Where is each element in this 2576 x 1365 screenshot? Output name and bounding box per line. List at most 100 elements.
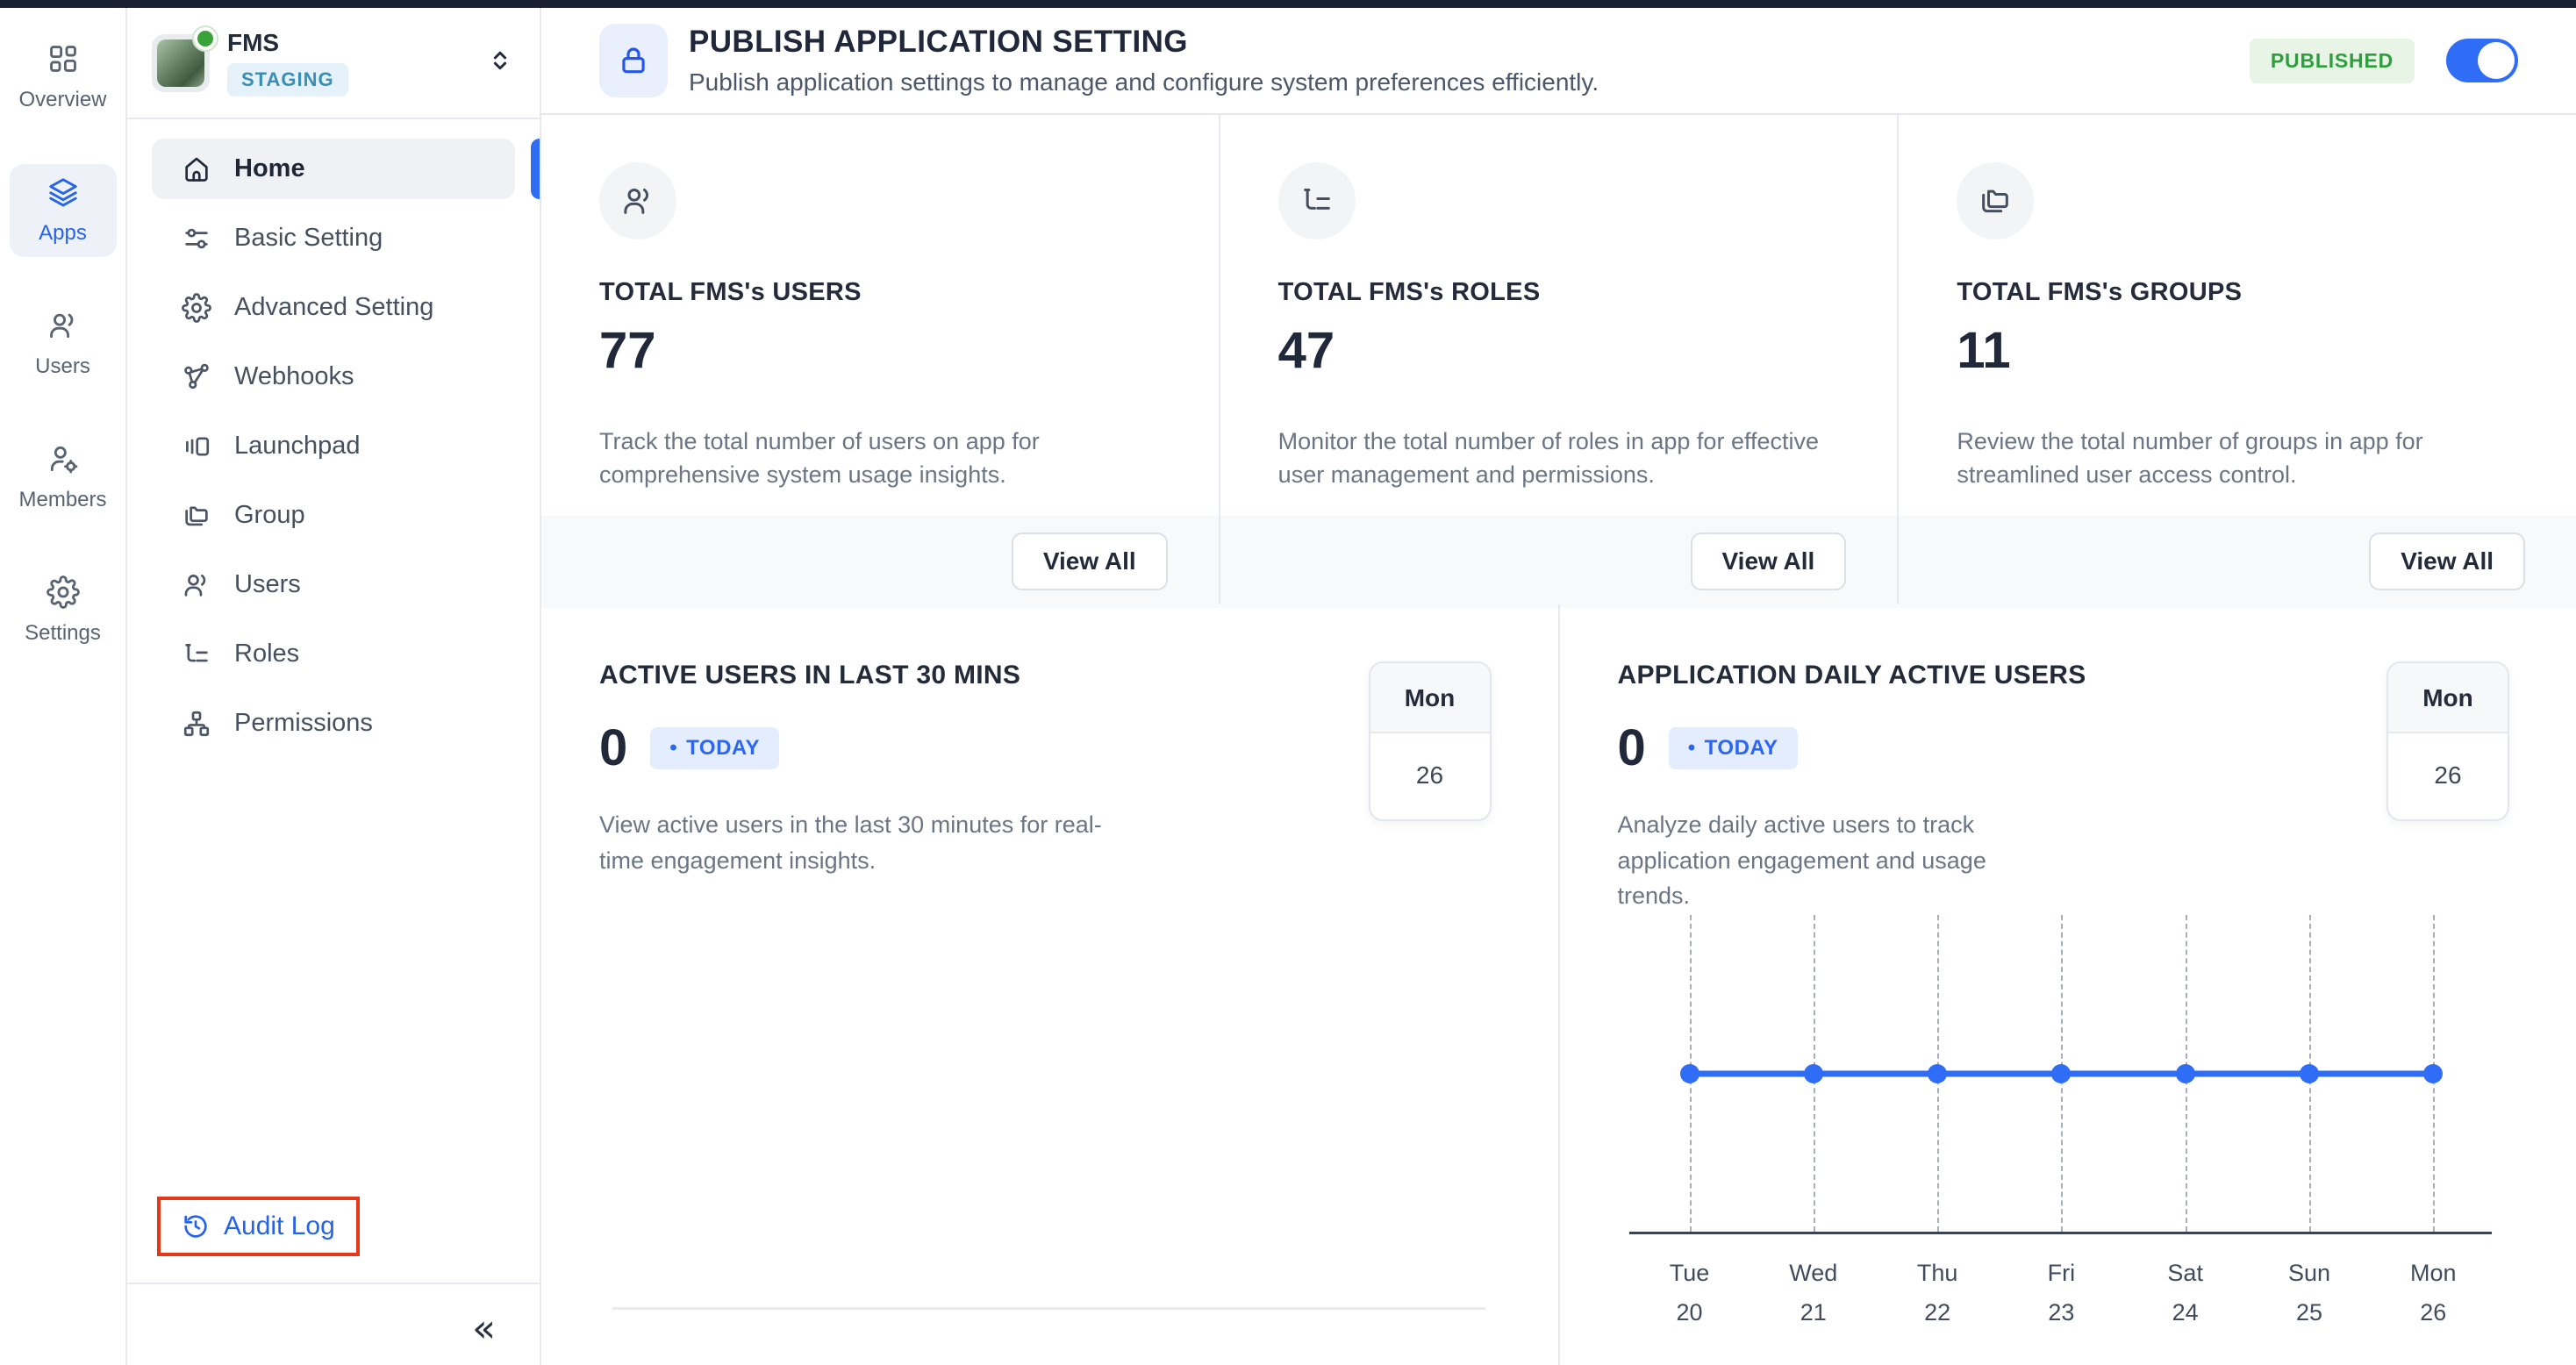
app-info: FMS STAGING xyxy=(227,29,348,96)
app-name: FMS xyxy=(227,29,348,57)
stat-card-body: TOTAL FMS's ROLES 47 Monitor the total n… xyxy=(1220,115,1898,516)
sidebar-menu: Home Basic Setting Advanced Setting Webh… xyxy=(127,119,540,754)
sidebar-item-home[interactable]: Home xyxy=(152,139,515,199)
chart-data-point xyxy=(1928,1064,1947,1083)
chart-data-point xyxy=(2300,1064,2319,1083)
chart-x-label: Fri23 xyxy=(2048,1254,2075,1332)
metric-row: 0 •TODAY xyxy=(599,718,1497,777)
app-shell: Overview Apps Users Members xyxy=(0,8,2576,1365)
stat-card-total-roles: TOTAL FMS's ROLES 47 Monitor the total n… xyxy=(1219,115,1898,603)
stat-cards-row: TOTAL FMS's USERS 77 Track the total num… xyxy=(541,115,2576,604)
network-icon xyxy=(182,362,211,392)
date-chip-date: 26 xyxy=(1370,733,1490,819)
sidebar-item-advanced-setting[interactable]: Advanced Setting xyxy=(152,277,515,338)
view-all-button[interactable]: View All xyxy=(1691,532,1847,590)
rail-item-members[interactable]: Members xyxy=(10,431,117,524)
today-badge: • TODAY xyxy=(650,727,779,769)
app-selector[interactable]: FMS STAGING xyxy=(127,8,540,119)
daily-active-users-chart: Tue20Wed21Thu22Fri23Sat24Sun25Mon26 xyxy=(1629,915,2492,1350)
chart-x-label: Sat24 xyxy=(2167,1254,2203,1332)
banner-title: PUBLISH APPLICATION SETTING xyxy=(689,25,1599,60)
chart-x-label: Wed21 xyxy=(1789,1254,1837,1332)
chart-data-point xyxy=(2423,1064,2443,1083)
users-icon xyxy=(182,570,211,600)
banner-actions: PUBLISHED xyxy=(2250,39,2518,83)
sidebar-item-users[interactable]: Users xyxy=(152,554,515,615)
chart-data-point xyxy=(1804,1064,1823,1083)
sidebar-item-label: Webhooks xyxy=(234,362,354,391)
sidebar-item-basic-setting[interactable]: Basic Setting xyxy=(152,208,515,268)
rail-item-overview[interactable]: Overview xyxy=(10,31,117,124)
stat-title: TOTAL FMS's USERS xyxy=(599,278,1163,307)
sidebar-item-launchpad[interactable]: Launchpad xyxy=(152,416,515,476)
collapse-sidebar-button[interactable]: « xyxy=(467,1309,501,1349)
date-chip-day: Mon xyxy=(2388,663,2508,733)
publish-toggle[interactable] xyxy=(2446,39,2518,82)
banner-text: PUBLISH APPLICATION SETTING Publish appl… xyxy=(689,25,1599,96)
badge-dot: • xyxy=(669,736,677,761)
sidebar-item-label: Group xyxy=(234,501,305,530)
audit-log-annotation-box: Audit Log xyxy=(157,1197,360,1256)
stat-card-footer: View All xyxy=(1899,516,2576,608)
rail-item-label: Overview xyxy=(18,88,106,112)
stat-value: 77 xyxy=(599,321,1163,380)
chart-xlabels: Tue20Wed21Thu22Fri23Sat24Sun25Mon26 xyxy=(1629,1254,2492,1350)
stat-card-body: TOTAL FMS's GROUPS 11 Review the total n… xyxy=(1899,115,2576,516)
stat-card-footer: View All xyxy=(541,516,1219,608)
sidebar-footer: Audit Log « xyxy=(127,1197,540,1365)
sidebar-item-roles[interactable]: Roles xyxy=(152,624,515,684)
stat-description: Track the total number of users on app f… xyxy=(599,425,1161,492)
daily-active-users-panel: APPLICATION DAILY ACTIVE USERS 0 •TODAY … xyxy=(1560,604,2576,1365)
view-all-button[interactable]: View All xyxy=(2369,532,2525,590)
audit-log-button[interactable]: Audit Log xyxy=(161,1200,356,1253)
sidebar-item-group[interactable]: Group xyxy=(152,485,515,546)
badge-label: TODAY xyxy=(686,736,760,761)
hierarchy-icon xyxy=(182,709,211,739)
badge-dot: • xyxy=(1688,736,1696,761)
chart-x-label: Thu22 xyxy=(1917,1254,1958,1332)
chart-data-point xyxy=(1680,1064,1699,1083)
chart-x-label: Sun25 xyxy=(2288,1254,2330,1332)
stat-card-body: TOTAL FMS's USERS 77 Track the total num… xyxy=(541,115,1219,516)
metric-value: 0 xyxy=(1618,718,1646,777)
layers-icon xyxy=(47,175,80,213)
publish-setting-banner: PUBLISH APPLICATION SETTING Publish appl… xyxy=(541,8,2576,115)
sidebar-item-label: Home xyxy=(234,154,305,183)
chart-data-point xyxy=(2051,1064,2071,1083)
rail-item-label: Settings xyxy=(25,621,101,646)
stat-title: TOTAL FMS's ROLES xyxy=(1278,278,1842,307)
environment-badge: STAGING xyxy=(227,63,348,96)
collapse-row: « xyxy=(127,1284,540,1349)
app-thumbnail xyxy=(152,34,210,92)
home-icon xyxy=(182,154,211,184)
metric-row: 0 •TODAY xyxy=(1618,718,2515,777)
folders-icon xyxy=(182,501,211,531)
date-chip-day: Mon xyxy=(1370,663,1490,733)
date-chip: Mon 26 xyxy=(2386,661,2509,821)
rail-item-apps[interactable]: Apps xyxy=(10,164,117,257)
sidebar-item-webhooks[interactable]: Webhooks xyxy=(152,347,515,407)
empty-chart-axis xyxy=(612,1307,1485,1310)
rail-item-users[interactable]: Users xyxy=(10,297,117,390)
date-chip: Mon 26 xyxy=(1369,661,1492,821)
panel-description: Analyze daily active users to track appl… xyxy=(1618,807,2057,914)
view-all-button[interactable]: View All xyxy=(1012,532,1168,590)
rail-item-settings[interactable]: Settings xyxy=(10,564,117,657)
rail-item-label: Users xyxy=(35,354,90,379)
sidebar-item-label: Advanced Setting xyxy=(234,293,433,322)
chart-plot xyxy=(1629,915,2492,1234)
gear-icon xyxy=(47,575,80,613)
sidebar-item-permissions[interactable]: Permissions xyxy=(152,693,515,754)
panel-description: View active users in the last 30 minutes… xyxy=(599,807,1117,878)
stat-description: Review the total number of groups in app… xyxy=(1957,425,2518,492)
top-window-bar xyxy=(0,0,2576,8)
gear-icon xyxy=(182,293,211,323)
rail-item-label: Members xyxy=(18,488,106,512)
user-gear-icon xyxy=(47,442,80,480)
stat-card-total-users: TOTAL FMS's USERS 77 Track the total num… xyxy=(541,115,1219,603)
online-status-dot xyxy=(194,27,217,50)
launchpad-icon xyxy=(182,432,211,461)
main-content: PUBLISH APPLICATION SETTING Publish appl… xyxy=(541,8,2576,1365)
list-tree-icon xyxy=(182,640,211,669)
toggle-knob xyxy=(2478,42,2515,79)
